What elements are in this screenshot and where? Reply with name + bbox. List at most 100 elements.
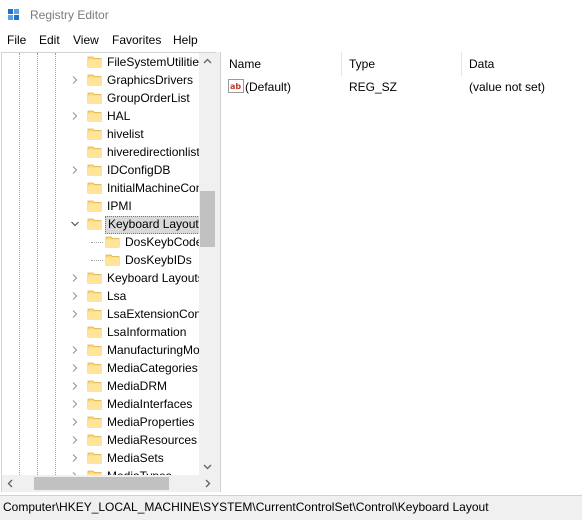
menu-edit[interactable]: Edit [39, 33, 60, 47]
folder-icon [87, 342, 102, 357]
tree-item-label: IDConfigDB [107, 163, 171, 177]
tree-item[interactable]: Lsa [2, 287, 199, 305]
chevron-right-icon[interactable] [70, 291, 80, 301]
tree-item-label: MediaSets [107, 451, 164, 465]
chevron-right-icon[interactable] [70, 399, 80, 409]
registry-tree-pane[interactable]: FileSystemUtilities GraphicsDrivers GroupO… [1, 52, 217, 476]
tree-connector [91, 242, 103, 243]
folder-icon [87, 54, 102, 69]
tree-item[interactable]: LsaExtensionConfig [2, 305, 199, 323]
tree-item-label: hivelist [107, 127, 144, 141]
folder-icon [87, 216, 102, 231]
tree-item-label: HAL [107, 109, 131, 123]
window-title: Registry Editor [30, 8, 109, 22]
tree-item[interactable]: InitialMachineConfig [2, 179, 199, 197]
chevron-right-icon[interactable] [70, 75, 80, 85]
tree-item[interactable]: GraphicsDrivers [2, 71, 199, 89]
values-list-pane[interactable]: Name Type Data ab (Default) REG_SZ (valu… [220, 52, 582, 492]
tree-item[interactable]: HAL [2, 107, 199, 125]
chevron-right-icon[interactable] [70, 417, 80, 427]
chevron-right-icon[interactable] [70, 435, 80, 445]
tree-item[interactable]: hiveredirectionlist [2, 143, 199, 161]
menu-file[interactable]: File [7, 33, 26, 47]
chevron-down-icon[interactable] [70, 219, 80, 229]
chevron-right-icon[interactable] [70, 345, 80, 355]
registry-path: Computer\HKEY_LOCAL_MACHINE\SYSTEM\Curre… [3, 500, 489, 514]
tree-item-label: InitialMachineConfig [107, 181, 199, 195]
tree-item[interactable]: MediaCategories [2, 359, 199, 377]
tree-scroll-thumb[interactable] [200, 191, 215, 247]
tree-vertical-scrollbar[interactable] [199, 53, 216, 475]
value-type: REG_SZ [349, 80, 398, 94]
column-header-name[interactable]: Name [229, 52, 261, 76]
tree-hscroll-thumb[interactable] [34, 477, 169, 490]
tree-item[interactable]: DosKeybCodes [2, 233, 199, 251]
tree-item[interactable]: IDConfigDB [2, 161, 199, 179]
scroll-right-arrow-icon[interactable] [199, 475, 216, 492]
chevron-right-icon[interactable] [70, 309, 80, 319]
folder-icon [87, 306, 102, 321]
tree-connector [91, 260, 103, 261]
tree-item[interactable]: MediaTypes [2, 467, 199, 475]
tree-item[interactable]: MediaInterfaces [2, 395, 199, 413]
tree-item-label: LsaInformation [107, 325, 187, 339]
chevron-right-icon[interactable] [70, 111, 80, 121]
value-row[interactable]: ab (Default) REG_SZ (value not set) [221, 78, 582, 96]
tree-item[interactable]: GroupOrderList [2, 89, 199, 107]
tree-item[interactable]: LsaInformation [2, 323, 199, 341]
folder-icon [87, 396, 102, 411]
column-separator[interactable] [461, 52, 462, 76]
tree-item[interactable]: Keyboard Layouts [2, 269, 199, 287]
tree-item[interactable]: MediaDRM [2, 377, 199, 395]
tree-item-label: GraphicsDrivers [107, 73, 194, 87]
column-header-type[interactable]: Type [349, 52, 375, 76]
tree-item[interactable]: IPMI [2, 197, 199, 215]
folder-icon [87, 108, 102, 123]
tree-item[interactable]: DosKeybIDs [2, 251, 199, 269]
tree-item[interactable]: MediaResources [2, 431, 199, 449]
tree-item-label: Lsa [107, 289, 127, 303]
folder-icon [87, 270, 102, 285]
tree-item-label: MediaResources [107, 433, 198, 447]
tree-item[interactable]: Keyboard Layout [2, 215, 199, 234]
folder-icon [87, 90, 102, 105]
tree-viewport: FileSystemUtilities GraphicsDrivers GroupO… [2, 53, 199, 475]
folder-icon [87, 468, 102, 475]
tree-item[interactable]: MediaSets [2, 449, 199, 467]
tree-item[interactable]: MediaProperties [2, 413, 199, 431]
scroll-up-arrow-icon[interactable] [199, 53, 216, 70]
column-header-data[interactable]: Data [469, 52, 494, 76]
chevron-right-icon[interactable] [70, 273, 80, 283]
tree-item-label: ManufacturingMode [107, 343, 199, 357]
menu-view[interactable]: View [73, 33, 99, 47]
chevron-right-icon[interactable] [70, 453, 80, 463]
menu-help[interactable]: Help [173, 33, 198, 47]
scroll-left-arrow-icon[interactable] [2, 475, 19, 492]
chevron-right-icon[interactable] [70, 165, 80, 175]
tree-item[interactable]: FileSystemUtilities [2, 53, 199, 71]
tree-item-label: DosKeybIDs [125, 253, 192, 267]
menu-favorites[interactable]: Favorites [112, 33, 161, 47]
folder-icon [87, 288, 102, 303]
folder-icon [105, 252, 120, 267]
tree-item[interactable]: hivelist [2, 125, 199, 143]
tree-horizontal-scrollbar[interactable] [1, 475, 217, 492]
tree-item-label: MediaProperties [107, 415, 195, 429]
tree-item-label: MediaDRM [107, 379, 168, 393]
tree-item-label: GroupOrderList [107, 91, 190, 105]
tree-item[interactable]: ManufacturingMode [2, 341, 199, 359]
tree-item-label: MediaCategories [107, 361, 198, 375]
value-data: (value not set) [469, 80, 546, 94]
folder-icon [87, 432, 102, 447]
chevron-right-icon[interactable] [70, 381, 80, 391]
folder-icon [87, 378, 102, 393]
folder-icon [87, 144, 102, 159]
value-name: (Default) [245, 80, 292, 94]
chevron-right-icon[interactable] [70, 363, 80, 373]
status-bar: Computer\HKEY_LOCAL_MACHINE\SYSTEM\Curre… [0, 495, 582, 520]
scroll-down-arrow-icon[interactable] [199, 458, 216, 475]
column-separator[interactable] [341, 52, 342, 76]
folder-icon [87, 126, 102, 141]
title-bar: Registry Editor [0, 0, 582, 30]
folder-icon [87, 324, 102, 339]
